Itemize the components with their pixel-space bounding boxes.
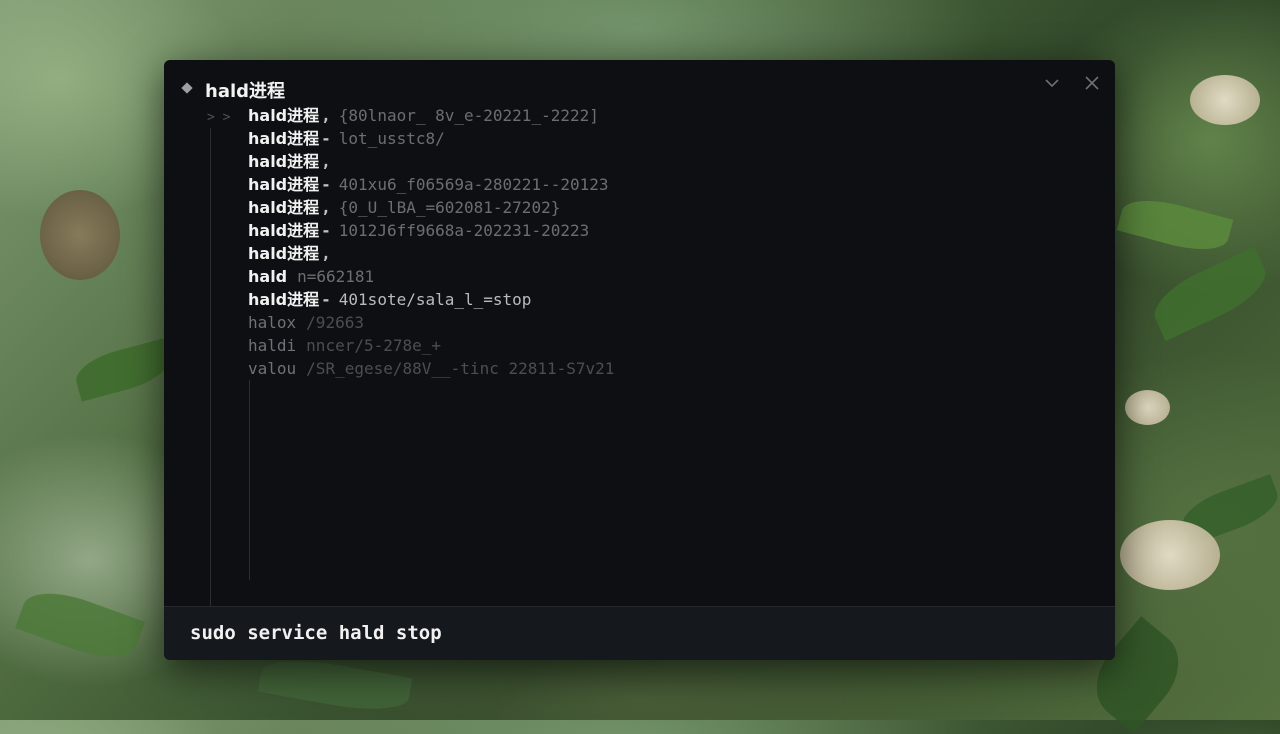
row-separator: , [321, 198, 331, 217]
row-detail: /92663 [306, 313, 364, 332]
flower-decoration [1120, 520, 1220, 590]
tree-row[interactable]: hald进程 -401xu6̲f06569a-280221--20123 [248, 173, 609, 196]
leaf-decoration [257, 652, 413, 718]
row-label: hald进程 [248, 244, 320, 263]
row-detail: nncer/5-278e̲+ [306, 336, 442, 355]
command-bar [164, 606, 1115, 660]
row-label: hald进程 [248, 106, 320, 125]
row-separator: - [321, 129, 331, 148]
tree-row[interactable]: hald进程 -1012J6ff9668a-202231-20223 [248, 219, 589, 242]
tree-row[interactable]: hald进程 - lot_usstc8/ [248, 127, 445, 150]
row-detail: {80lnaor̲ 8v̲e-20221̲-2222] [338, 106, 599, 125]
chevron-down-icon [1045, 79, 1059, 88]
row-detail: /SR̲egese/88V̲̲-tinc 22811-S7v21 [306, 359, 615, 378]
row-detail: {0̲U̲lBA̲=602081-27202} [338, 198, 561, 217]
flower-decoration [40, 190, 120, 280]
leaf-decoration [15, 580, 145, 670]
tree-row[interactable]: hald n=662181 [248, 265, 374, 288]
row-separator: , [321, 106, 331, 125]
row-detail: lot_usstc8/ [338, 129, 445, 148]
tree-row[interactable]: hald进程, [248, 242, 339, 265]
close-button[interactable] [1081, 72, 1103, 94]
tree-guide-line [210, 128, 211, 608]
row-detail: 401sote/sala̲l̲=stop [338, 290, 532, 309]
row-detail: n=662181 [297, 267, 375, 286]
leaf-decoration [1116, 191, 1234, 259]
tree-row[interactable]: hald进程, {0̲U̲lBA̲=602081-27202} [248, 196, 560, 219]
tree-row[interactable]: hald进程, [248, 150, 339, 173]
expand-arrow-icon[interactable]: > > [207, 110, 230, 125]
row-label: halox [248, 313, 297, 332]
tree-row[interactable]: halox/92663 [248, 311, 364, 334]
diamond-icon [181, 82, 193, 94]
tree-guide-line [249, 380, 250, 580]
row-separator: - [321, 175, 331, 194]
row-detail: 1012J6ff9668a-202231-20223 [338, 221, 590, 240]
row-label: hald进程 [248, 221, 320, 240]
row-label: hald进程 [248, 290, 320, 309]
tree-row[interactable]: haldi nncer/5-278e̲+ [248, 334, 441, 357]
row-label: hald进程 [248, 152, 320, 171]
row-separator: , [321, 244, 331, 263]
row-label: haldi [248, 336, 297, 355]
leaf-decoration [71, 338, 174, 402]
process-tree: > > hald进程, {80lnaor̲ 8v̲e-20221̲-2222] h… [164, 100, 1115, 610]
flower-decoration [1190, 75, 1260, 125]
flower-decoration [1125, 390, 1170, 425]
row-separator: , [321, 152, 331, 171]
tree-row[interactable]: hald进程 -401sote/sala̲l̲=stop [248, 288, 531, 311]
collapse-button[interactable] [1041, 72, 1063, 94]
row-label: hald进程 [248, 129, 320, 148]
terminal-panel: hald进程 > > hald进程, {80lnaor̲ 8v̲e-20221̲-… [164, 60, 1115, 660]
row-separator: - [321, 221, 331, 240]
row-label: valou [248, 359, 297, 378]
row-separator: - [321, 290, 331, 309]
row-detail: 401xu6̲f06569a-280221--20123 [338, 175, 609, 194]
close-icon [1085, 76, 1099, 90]
tree-row[interactable]: valou/SR̲egese/88V̲̲-tinc 22811-S7v21 [248, 357, 614, 380]
tree-row[interactable]: hald进程, {80lnaor̲ 8v̲e-20221̲-2222] [248, 104, 599, 127]
row-label: hald [248, 267, 288, 286]
command-input[interactable] [190, 622, 1070, 644]
row-label: hald进程 [248, 198, 320, 217]
row-label: hald进程 [248, 175, 320, 194]
leaf-decoration [1145, 246, 1275, 342]
